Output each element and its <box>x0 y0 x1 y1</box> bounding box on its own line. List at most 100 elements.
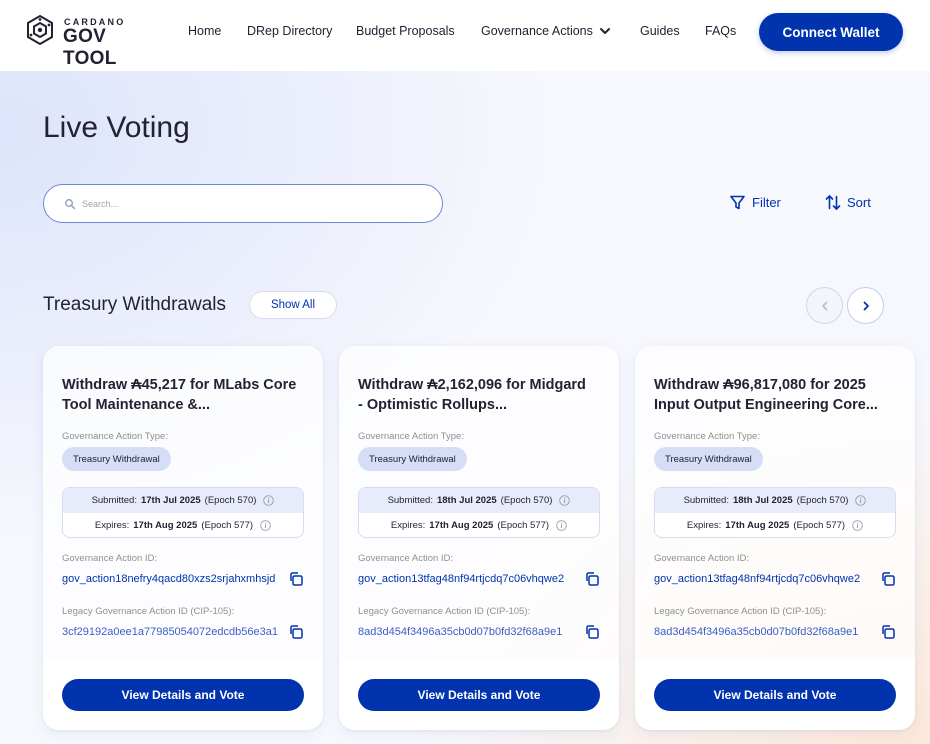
search-box[interactable] <box>43 184 443 223</box>
action-type-label: Governance Action Type: <box>654 431 760 442</box>
nav-budget-proposals[interactable]: Budget Proposals <box>356 24 455 38</box>
submitted-epoch: (Epoch 570) <box>500 495 553 506</box>
expires-row: Expires: 17th Aug 2025 (Epoch 577) <box>63 513 303 537</box>
copy-icon[interactable] <box>584 624 600 640</box>
expires-epoch: (Epoch 577) <box>793 520 846 531</box>
info-icon[interactable] <box>852 520 863 531</box>
action-id-link[interactable]: gov_action13tfag48nf94rtjcdq7c06vhqwe2 <box>358 573 580 585</box>
action-id-label: Governance Action ID: <box>358 553 454 564</box>
card-title-line-1: Withdraw ₳2,162,096 for Midgard <box>358 377 586 393</box>
sort-button[interactable]: Sort <box>825 194 871 211</box>
logo-big-text: GOV TOOL <box>63 26 117 69</box>
governance-action-card: Withdraw ₳45,217 for MLabs Core Tool Mai… <box>43 346 323 730</box>
card-footer: View Details and Vote <box>635 659 915 730</box>
nav-governance-actions-label: Governance Actions <box>481 24 593 38</box>
card-title-line-1: Withdraw ₳96,817,080 for 2025 <box>654 377 866 393</box>
copy-icon[interactable] <box>880 571 896 587</box>
sort-icon <box>825 195 841 210</box>
card-title-line-2: Tool Maintenance &... <box>62 396 210 413</box>
submitted-row: Submitted: 18th Jul 2025 (Epoch 570) <box>359 488 599 513</box>
copy-icon[interactable] <box>584 571 600 587</box>
carousel-next-button[interactable] <box>847 287 884 324</box>
card-title[interactable]: Withdraw ₳2,162,096 for Midgard - Optimi… <box>358 376 603 415</box>
show-all-button[interactable]: Show All <box>249 291 337 319</box>
card-title-line-2: Input Output Engineering Core... <box>654 396 878 413</box>
submitted-date: 18th Jul 2025 <box>732 495 793 506</box>
info-icon[interactable] <box>260 520 271 531</box>
action-type-pill: Treasury Withdrawal <box>358 447 467 471</box>
filter-icon <box>730 195 745 210</box>
dates-box: Submitted: 18th Jul 2025 (Epoch 570) Exp… <box>654 487 896 538</box>
legacy-id-link[interactable]: 8ad3d454f3496a35cb0d07b0fd32f68a9e1 <box>654 626 876 638</box>
legacy-id-link[interactable]: 8ad3d454f3496a35cb0d07b0fd32f68a9e1 <box>358 626 580 638</box>
expires-date: 17th Aug 2025 <box>133 520 198 531</box>
submitted-date: 17th Jul 2025 <box>140 495 201 506</box>
legacy-id-link[interactable]: 3cf29192a0ee1a77985054072edcdb56e3a1 <box>62 626 284 638</box>
info-icon[interactable] <box>556 520 567 531</box>
logo[interactable]: CARDANO GOV TOOL <box>24 14 164 69</box>
nav-guides[interactable]: Guides <box>640 24 680 38</box>
card-footer: View Details and Vote <box>339 659 619 730</box>
view-details-vote-button[interactable]: View Details and Vote <box>654 679 896 711</box>
info-icon[interactable] <box>855 495 867 506</box>
copy-icon[interactable] <box>288 571 304 587</box>
card-title[interactable]: Withdraw ₳45,217 for MLabs Core Tool Mai… <box>62 376 307 415</box>
action-id-label: Governance Action ID: <box>654 553 750 564</box>
governance-action-card: Withdraw ₳2,162,096 for Midgard - Optimi… <box>339 346 619 730</box>
governance-action-card: Withdraw ₳96,817,080 for 2025 Input Outp… <box>635 346 915 730</box>
view-details-vote-button[interactable]: View Details and Vote <box>358 679 600 711</box>
chevron-down-icon <box>599 28 610 34</box>
submitted-label: Submitted: <box>683 495 729 506</box>
cardano-govtool-logo-icon <box>27 14 53 46</box>
filter-label: Filter <box>752 195 781 210</box>
action-type-label: Governance Action Type: <box>62 431 168 442</box>
nav-home[interactable]: Home <box>188 24 221 38</box>
submitted-label: Submitted: <box>91 495 137 506</box>
submitted-date: 18th Jul 2025 <box>436 495 497 506</box>
action-type-pill: Treasury Withdrawal <box>62 447 171 471</box>
copy-icon[interactable] <box>288 624 304 640</box>
expires-epoch: (Epoch 577) <box>497 520 550 531</box>
action-id-link[interactable]: gov_action18nefry4qacd80xzs2srjahxmhsjd <box>62 573 284 585</box>
action-type-pill: Treasury Withdrawal <box>654 447 763 471</box>
chevron-left-icon <box>821 301 827 310</box>
submitted-epoch: (Epoch 570) <box>796 495 849 506</box>
expires-date: 17th Aug 2025 <box>725 520 790 531</box>
expires-row: Expires: 17th Aug 2025 (Epoch 577) <box>655 513 895 537</box>
search-icon <box>65 198 76 209</box>
nav-faqs[interactable]: FAQs <box>705 24 736 38</box>
page-title: Live Voting <box>43 111 190 144</box>
filter-button[interactable]: Filter <box>729 194 781 211</box>
expires-label: Expires: <box>686 520 722 531</box>
legacy-id-label: Legacy Governance Action ID (CIP-105): <box>358 606 531 617</box>
view-details-vote-button[interactable]: View Details and Vote <box>62 679 304 711</box>
submitted-epoch: (Epoch 570) <box>204 495 257 506</box>
chevron-right-icon <box>863 301 869 310</box>
info-icon[interactable] <box>559 495 571 506</box>
sort-label: Sort <box>847 195 871 210</box>
card-body: Withdraw ₳96,817,080 for 2025 Input Outp… <box>635 346 915 659</box>
nav-drep-directory[interactable]: DRep Directory <box>247 24 332 38</box>
carousel-prev-button[interactable] <box>806 287 843 324</box>
card-footer: View Details and Vote <box>43 659 323 730</box>
copy-icon[interactable] <box>880 624 896 640</box>
action-type-label: Governance Action Type: <box>358 431 464 442</box>
expires-row: Expires: 17th Aug 2025 (Epoch 577) <box>359 513 599 537</box>
dates-box: Submitted: 18th Jul 2025 (Epoch 570) Exp… <box>358 487 600 538</box>
card-title-line-1: Withdraw ₳45,217 for MLabs Core <box>62 377 297 393</box>
expires-date: 17th Aug 2025 <box>429 520 494 531</box>
legacy-id-label: Legacy Governance Action ID (CIP-105): <box>62 606 235 617</box>
info-icon[interactable] <box>263 495 275 506</box>
section-title: Treasury Withdrawals <box>43 294 227 315</box>
card-body: Withdraw ₳45,217 for MLabs Core Tool Mai… <box>43 346 323 659</box>
submitted-label: Submitted: <box>387 495 433 506</box>
expires-epoch: (Epoch 577) <box>201 520 254 531</box>
action-id-link[interactable]: gov_action13tfag48nf94rtjcdq7c06vhqwe2 <box>654 573 876 585</box>
nav-governance-actions[interactable]: Governance Actions <box>481 24 611 38</box>
connect-wallet-button[interactable]: Connect Wallet <box>759 13 903 51</box>
card-title[interactable]: Withdraw ₳96,817,080 for 2025 Input Outp… <box>654 376 899 415</box>
expires-label: Expires: <box>94 520 130 531</box>
card-title-line-2: - Optimistic Rollups... <box>358 396 508 413</box>
search-input[interactable] <box>82 198 402 209</box>
dates-box: Submitted: 17th Jul 2025 (Epoch 570) Exp… <box>62 487 304 538</box>
